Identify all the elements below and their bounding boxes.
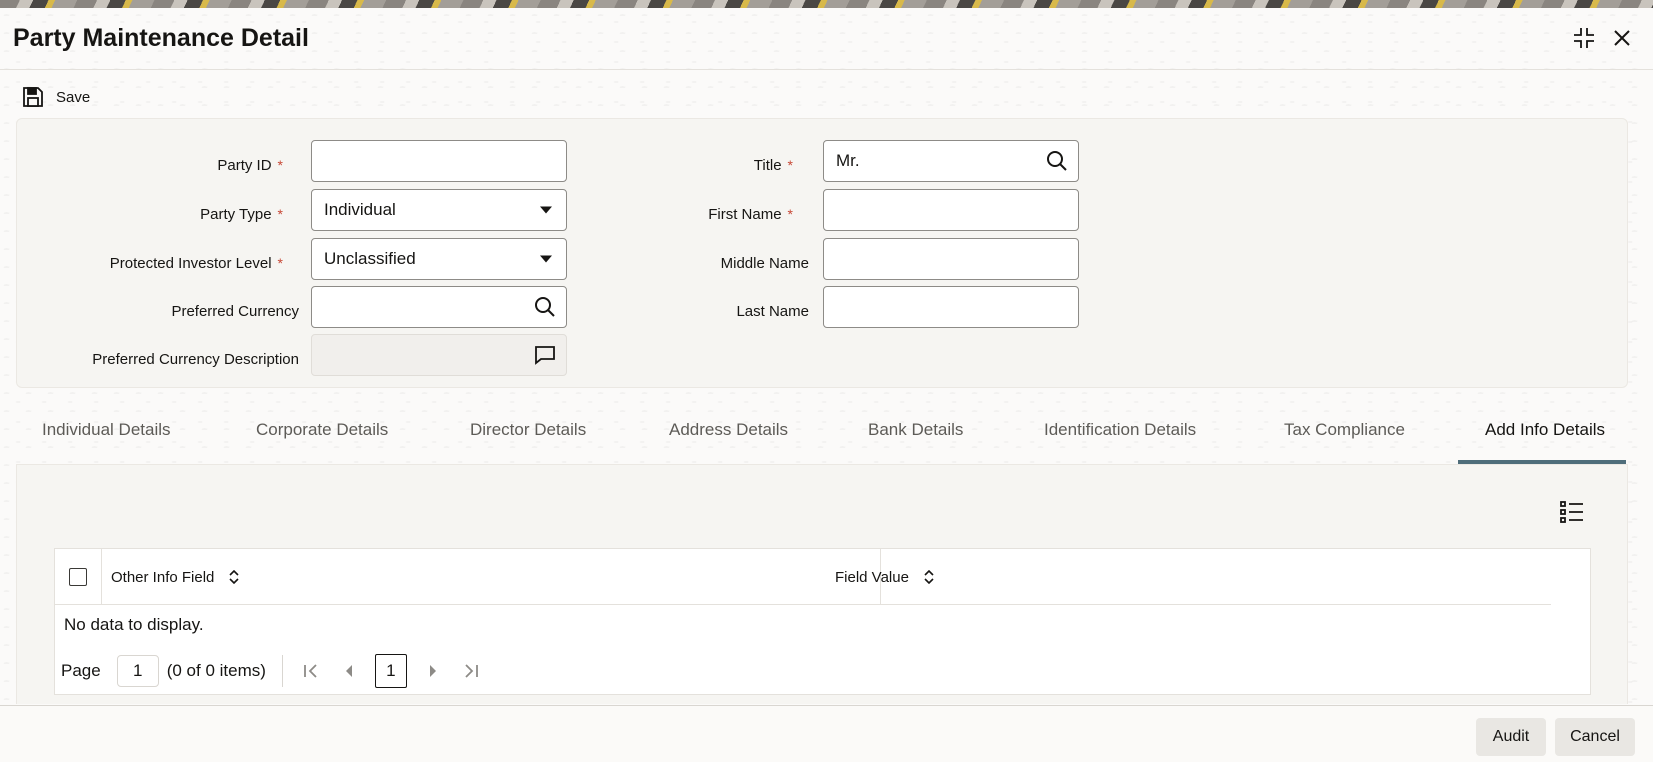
footer-bar: Audit Cancel: [0, 705, 1653, 762]
protected-investor-level-label: Protected Investor Level *: [109, 255, 283, 272]
grid-header: Other Info Field Field Value: [55, 549, 1551, 605]
items-count: (0 of 0 items): [166, 661, 266, 680]
first-page-button[interactable]: [299, 659, 323, 683]
audit-button[interactable]: Audit: [1476, 718, 1546, 756]
party-id-label: Party ID *: [217, 157, 283, 174]
party-id-input[interactable]: [311, 140, 567, 182]
save-icon: [23, 87, 43, 107]
protected-investor-level-select[interactable]: Unclassified: [311, 238, 567, 280]
pagination: Page 1 (0 of 0 items) 1: [61, 654, 497, 688]
previous-page-button[interactable]: [337, 659, 361, 683]
first-name-label: First Name *: [708, 206, 793, 223]
last-name-input[interactable]: [823, 286, 1079, 328]
other-info-grid: Other Info Field Field Value No data to …: [54, 548, 1591, 695]
detail-tabs: Individual Details Corporate Details Dir…: [16, 420, 1628, 450]
last-name-label: Last Name: [736, 303, 809, 320]
preferred-currency-description-label: Preferred Currency Description: [92, 351, 299, 368]
sort-icon[interactable]: [923, 570, 935, 584]
first-name-input[interactable]: [823, 189, 1079, 231]
preferred-currency-description-input: [311, 334, 567, 376]
cancel-button[interactable]: Cancel: [1555, 718, 1635, 756]
pager-divider: [281, 655, 283, 687]
column-field-value[interactable]: Field Value: [835, 549, 1535, 605]
preferred-currency-search-button[interactable]: [534, 296, 556, 318]
previous-page-icon: [345, 665, 352, 677]
tab-add-info-details[interactable]: Add Info Details: [1485, 420, 1605, 450]
collapse-icon: [1574, 28, 1594, 48]
tab-director-details[interactable]: Director Details: [470, 420, 586, 450]
title-search-button[interactable]: [1046, 150, 1068, 172]
first-page-icon: [304, 664, 317, 678]
list-view-icon: [1560, 501, 1583, 523]
window-header: Party Maintenance Detail: [0, 8, 1653, 70]
save-label: Save: [56, 88, 91, 106]
save-button[interactable]: Save: [22, 82, 90, 112]
empty-message: No data to display.: [64, 615, 204, 634]
middle-name-input[interactable]: [823, 238, 1079, 280]
select-all-checkbox[interactable]: [69, 568, 87, 586]
sort-icon[interactable]: [228, 570, 240, 584]
column-field-value-label: Field Value: [835, 568, 909, 586]
next-page-button[interactable]: [421, 659, 445, 683]
dropdown-arrow-icon: [540, 206, 552, 214]
search-icon: [1047, 151, 1067, 171]
column-other-info-field-label: Other Info Field: [111, 568, 215, 586]
party-type-select[interactable]: Individual: [311, 189, 567, 231]
tab-bank-details[interactable]: Bank Details: [868, 420, 963, 450]
title-label: Title *: [753, 157, 793, 174]
search-icon: [535, 297, 555, 317]
page-title: Party Maintenance Detail: [13, 24, 309, 52]
minimize-button[interactable]: [1570, 24, 1598, 52]
column-manager-button[interactable]: [1560, 500, 1584, 529]
tab-identification-details[interactable]: Identification Details: [1044, 420, 1196, 450]
last-page-button[interactable]: [459, 659, 483, 683]
page-label: Page: [61, 661, 101, 680]
next-page-icon: [429, 665, 436, 677]
close-button[interactable]: [1608, 24, 1636, 52]
background-strip: [0, 0, 1653, 8]
description-comment-button[interactable]: [534, 345, 556, 365]
tab-corporate-details[interactable]: Corporate Details: [256, 420, 388, 450]
page-input[interactable]: 1: [116, 655, 159, 687]
close-icon: [1614, 30, 1630, 46]
preferred-currency-input[interactable]: [311, 286, 567, 328]
title-input[interactable]: Mr.: [823, 140, 1079, 182]
party-form-panel: Party ID * Party Type * Individual Protect…: [16, 118, 1628, 388]
tab-individual-details[interactable]: Individual Details: [42, 420, 171, 450]
tab-tax-compliance[interactable]: Tax Compliance: [1284, 420, 1405, 450]
tab-address-details[interactable]: Address Details: [669, 420, 788, 450]
select-all-cell: [55, 549, 102, 605]
middle-name-label: Middle Name: [720, 255, 809, 272]
party-type-label: Party Type *: [200, 206, 283, 223]
last-page-icon: [465, 664, 478, 678]
dropdown-arrow-icon: [540, 255, 552, 263]
preferred-currency-label: Preferred Currency: [171, 303, 299, 320]
current-page-button[interactable]: 1: [374, 654, 407, 688]
comment-icon: [535, 346, 555, 365]
column-other-info-field[interactable]: Other Info Field: [111, 549, 881, 605]
